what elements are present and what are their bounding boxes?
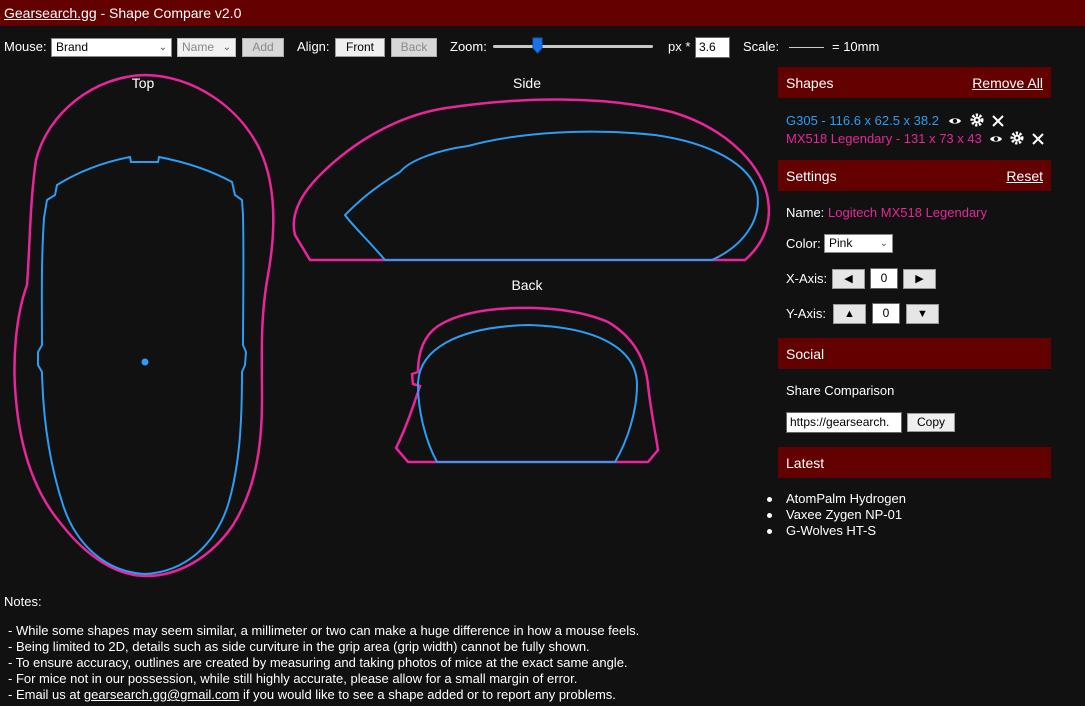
x-axis-label: X-Axis: — [786, 271, 828, 286]
note-line: - To ensure accuracy, outlines are creat… — [8, 655, 628, 670]
shapes-panel-title: Shapes — [786, 75, 834, 91]
y-axis-input[interactable]: 0 — [872, 303, 900, 324]
remove-all-link[interactable]: Remove All — [972, 75, 1043, 91]
y-axis-up-button[interactable]: ▲ — [833, 304, 866, 324]
scale-bar — [789, 47, 824, 48]
email-link[interactable]: gearsearch.gg@gmail.com — [84, 687, 240, 702]
latest-list: AtomPalm Hydrogen Vaxee Zygen NP-01 G-Wo… — [766, 491, 906, 539]
color-select-value: Pink — [829, 236, 853, 250]
side-outline-g305 — [343, 130, 759, 261]
note-line: - Being limited to 2D, details such as s… — [8, 639, 590, 654]
eye-icon[interactable] — [989, 132, 1003, 146]
latest-item[interactable]: Vaxee Zygen NP-01 — [766, 507, 906, 523]
arrow-down-icon: ▼ — [917, 308, 928, 320]
share-url-input[interactable]: https://gearsearch. — [786, 412, 902, 433]
share-label: Share Comparison — [786, 383, 895, 398]
latest-item[interactable]: G-Wolves HT-S — [766, 523, 906, 539]
settings-panel-title: Settings — [786, 168, 837, 184]
latest-panel-title: Latest — [786, 455, 825, 471]
settings-panel-header: Settings Reset — [778, 160, 1051, 191]
eye-icon[interactable] — [948, 114, 962, 128]
note-line: - While some shapes may seem similar, a … — [8, 623, 640, 638]
back-outline-mx518 — [394, 306, 660, 464]
color-label: Color: — [786, 236, 821, 251]
latest-item[interactable]: AtomPalm Hydrogen — [766, 491, 906, 507]
x-axis-right-button[interactable]: ▶ — [903, 269, 936, 289]
arrow-left-icon: ◀ — [844, 273, 853, 285]
copy-button[interactable]: Copy — [907, 413, 955, 432]
shape-item-mx518-label[interactable]: MX518 Legendary - 131 x 73 x 43 — [786, 131, 982, 146]
social-panel-title: Social — [786, 346, 825, 362]
latest-panel-header: Latest — [778, 447, 1051, 478]
arrow-right-icon: ▶ — [915, 273, 924, 285]
top-center-dot — [141, 358, 149, 366]
note-line: - For mice not in our possession, while … — [8, 671, 578, 686]
color-select[interactable]: Pink ⌄ — [824, 234, 893, 253]
arrow-up-icon: ▲ — [844, 308, 855, 320]
gear-icon[interactable] — [970, 113, 984, 127]
reset-link[interactable]: Reset — [1006, 168, 1043, 184]
shapes-panel-header: Shapes Remove All — [778, 67, 1051, 98]
name-value: Logitech MX518 Legendary — [828, 205, 988, 220]
email-prefix: - Email us at — [8, 687, 84, 702]
email-suffix: if you would like to see a shape added o… — [239, 687, 616, 702]
scale-value: = 10mm — [832, 39, 880, 54]
side-outline-mx518 — [292, 98, 770, 262]
gear-icon[interactable] — [1010, 131, 1024, 145]
social-panel-header: Social — [778, 338, 1051, 369]
note-line-email: - Email us at gearsearch.gg@gmail.com if… — [8, 687, 639, 703]
notes-list: - While some shapes may seem similar, a … — [8, 623, 639, 703]
x-axis-left-button[interactable]: ◀ — [832, 269, 865, 289]
shape-canvas — [13, 73, 770, 578]
top-outline-g305 — [37, 155, 248, 576]
close-icon[interactable] — [991, 114, 1005, 128]
y-axis-down-button[interactable]: ▼ — [906, 304, 939, 324]
x-axis-input[interactable]: 0 — [870, 268, 898, 289]
chevron-down-icon: ⌄ — [879, 238, 888, 249]
back-outline-g305 — [416, 323, 639, 463]
y-axis-label: Y-Axis: — [786, 306, 826, 321]
name-label: Name: — [786, 205, 825, 220]
shape-item-g305-label[interactable]: G305 - 116.6 x 62.5 x 38.2 — [786, 113, 939, 128]
notes-title: Notes: — [4, 594, 42, 609]
top-outline-mx518 — [13, 73, 275, 578]
close-icon[interactable] — [1031, 132, 1045, 146]
